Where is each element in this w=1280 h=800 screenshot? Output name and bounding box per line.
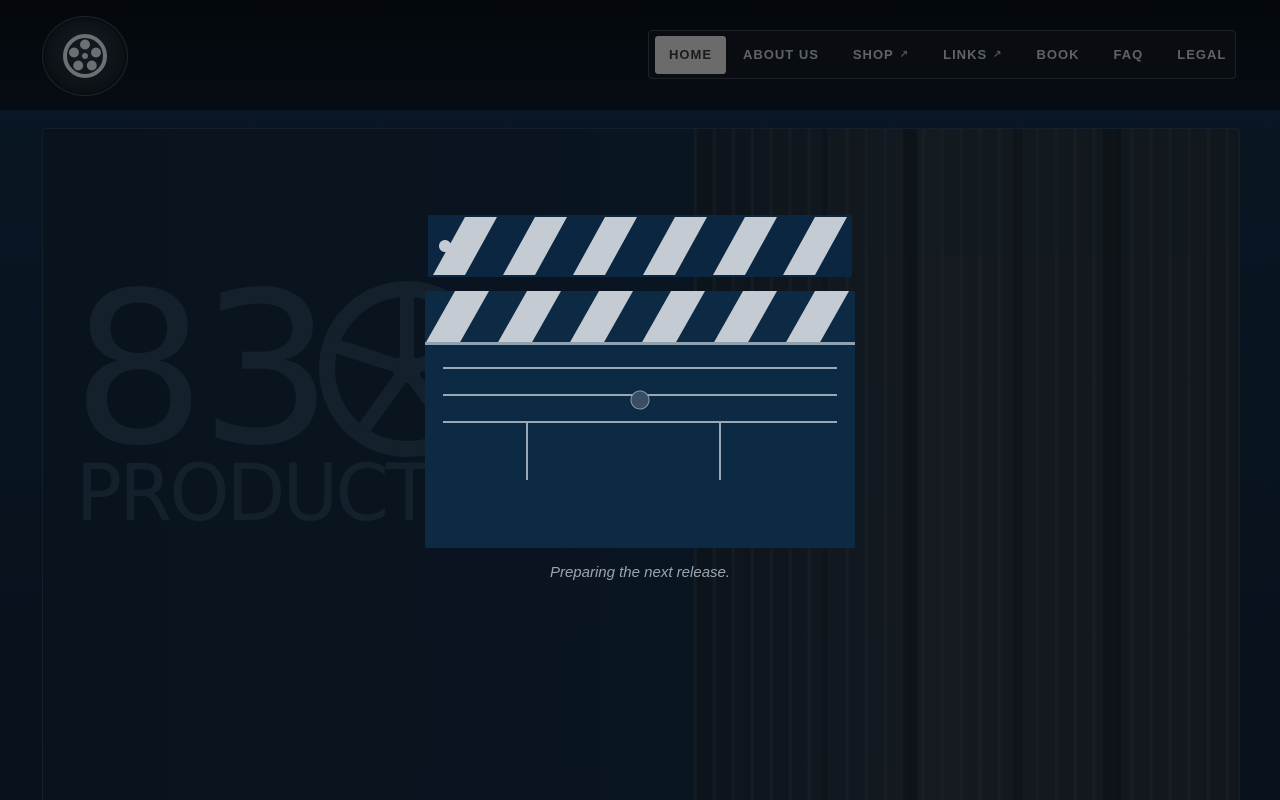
nav-home[interactable]: HOME <box>655 35 726 74</box>
clapperboard-loader <box>425 215 855 548</box>
nav-about-us[interactable]: ABOUT US <box>726 36 836 74</box>
brand-number: 83 <box>72 247 333 492</box>
nav-book[interactable]: BOOK <box>1020 36 1097 74</box>
nav-about-us-label: ABOUT US <box>743 47 819 62</box>
nav-faq[interactable]: FAQ <box>1097 36 1161 74</box>
nav-shop[interactable]: SHOP ↗ <box>836 36 926 74</box>
loading-caption: Preparing the next release. <box>549 564 731 581</box>
page: HOME ABOUT US SHOP ↗ LINKS ↗ BOOK FAQ LE… <box>0 0 1280 800</box>
site-header: HOME ABOUT US SHOP ↗ LINKS ↗ BOOK FAQ LE… <box>0 0 1280 110</box>
nav-faq-label: FAQ <box>1113 47 1144 62</box>
nav-book-label: BOOK <box>1036 47 1080 62</box>
nav-legal[interactable]: LEGAL <box>1160 36 1243 74</box>
clapper-arm <box>428 215 852 277</box>
main-nav: HOME ABOUT US SHOP ↗ LINKS ↗ BOOK FAQ LE… <box>648 30 1236 79</box>
external-link-icon: ↗ <box>899 49 910 60</box>
film-reel-icon <box>63 34 107 78</box>
external-link-icon: ↗ <box>993 49 1003 60</box>
progress-knob <box>630 390 650 410</box>
nav-legal-label: LEGAL <box>1177 47 1227 62</box>
site-logo[interactable] <box>42 16 128 96</box>
nav-shop-label: SHOP <box>852 47 894 62</box>
clapper-body <box>425 291 855 548</box>
nav-home-label: HOME <box>669 47 712 62</box>
nav-links-label: LINKS <box>943 47 988 62</box>
nav-links[interactable]: LINKS ↗ <box>926 36 1019 74</box>
